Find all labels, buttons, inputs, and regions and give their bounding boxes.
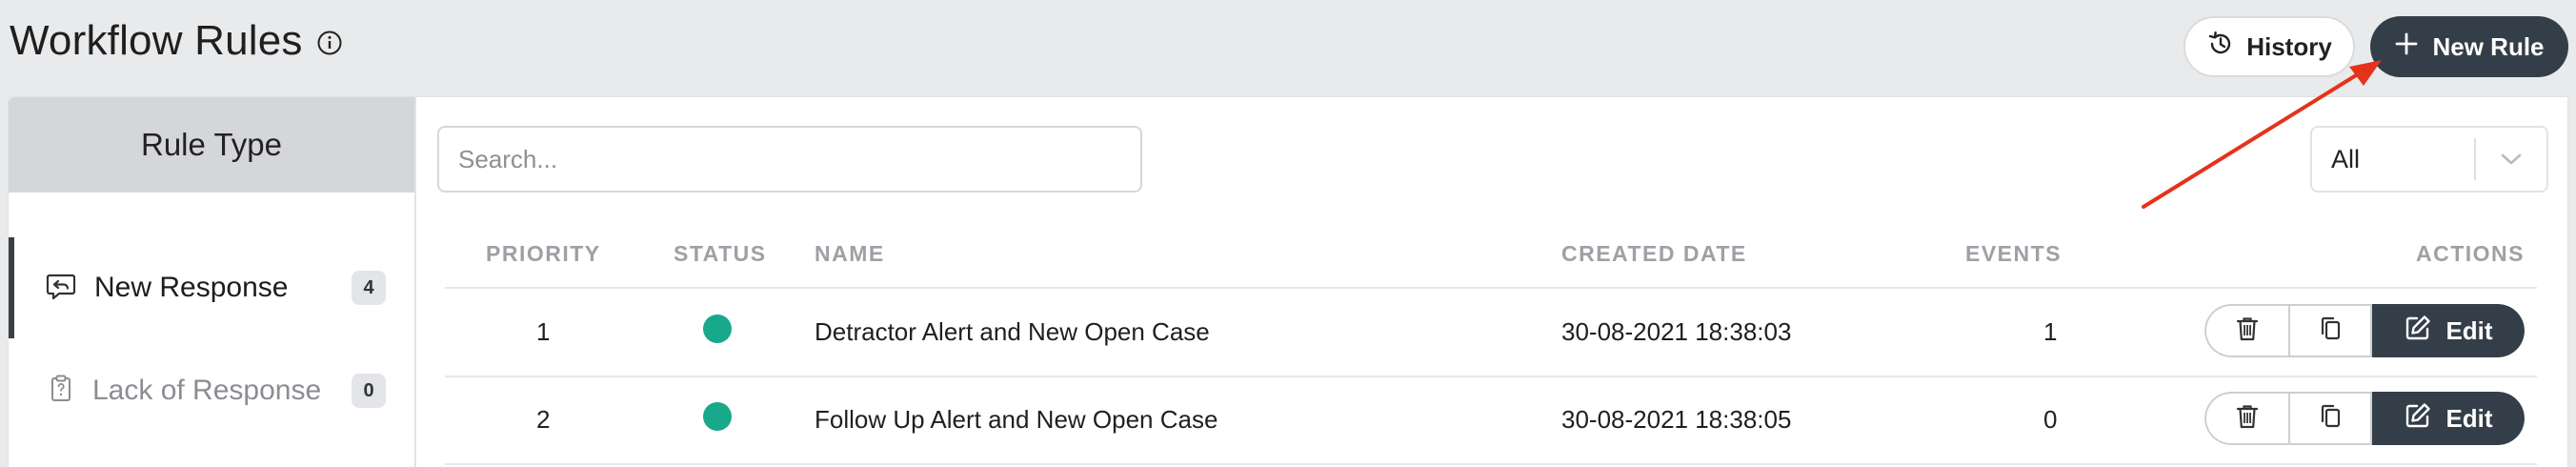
row-name[interactable]: Follow Up Alert and New Open Case [815,405,1218,435]
sidebar-item-lack-of-response[interactable]: Lack of Response 0 [9,340,416,441]
row-priority: 2 [536,405,551,434]
duplicate-button[interactable] [2288,304,2372,357]
table-divider [445,463,2537,465]
edit-button[interactable]: Edit [2372,304,2525,357]
row-name[interactable]: Detractor Alert and New Open Case [815,317,1210,347]
column-header-priority[interactable]: PRIORITY [486,241,601,267]
row-created-date: 30-08-2021 18:38:05 [1561,405,1792,434]
row-actions: Edit [2204,304,2525,357]
page-header: Workflow Rules [10,17,343,65]
row-events: 0 [2043,405,2058,434]
status-active-dot [703,315,732,343]
trash-icon [2234,402,2261,436]
column-header-name[interactable]: NAME [815,241,885,267]
duplicate-button[interactable] [2288,392,2372,445]
count-badge: 4 [352,271,386,305]
rules-panel: All PRIORITY STATUS NAME CREATED DATE EV… [415,96,2568,467]
workflow-rules-page: Workflow Rules History New Rule Rule Typ… [0,0,2576,467]
row-events: 1 [2043,317,2058,346]
column-header-status[interactable]: STATUS [674,241,767,267]
sidebar-item-new-response[interactable]: New Response 4 [9,237,416,338]
chevron-down-icon [2476,151,2546,168]
delete-button[interactable] [2204,304,2288,357]
table-divider [445,376,2537,377]
row-actions: Edit [2204,392,2525,445]
edit-icon [2404,401,2432,437]
new-rule-label: New Rule [2432,31,2545,61]
row-priority: 1 [536,317,551,346]
history-label: History [2246,31,2332,61]
edit-label: Edit [2445,403,2493,433]
clipboard-icon [45,373,77,410]
history-button[interactable]: History [2184,16,2355,77]
copy-icon [2317,315,2344,348]
status-active-dot [703,402,732,431]
rule-type-sidebar: Rule Type New Response 4 Lack of Respons… [8,96,415,467]
sidebar-title: Rule Type [9,97,414,193]
new-rule-button[interactable]: New Rule [2370,16,2568,77]
sidebar-item-label: Lack of Response [92,375,322,406]
plus-icon [2394,31,2419,63]
edit-button[interactable]: Edit [2372,392,2525,445]
reply-chat-icon [45,269,79,308]
status-filter-select[interactable]: All [2310,126,2548,193]
info-icon[interactable] [316,22,343,61]
copy-icon [2317,402,2344,436]
page-title: Workflow Rules [10,17,303,64]
delete-button[interactable] [2204,392,2288,445]
sidebar-item-label: New Response [94,272,289,303]
row-created-date: 30-08-2021 18:38:03 [1561,317,1792,346]
column-header-created-date[interactable]: CREATED DATE [1561,241,1747,267]
search-input[interactable] [437,126,1142,193]
trash-icon [2234,315,2261,348]
column-header-actions: ACTIONS [2416,241,2525,266]
count-badge: 0 [352,374,386,408]
table-divider [445,287,2537,289]
column-header-events[interactable]: EVENTS [1965,241,2062,267]
edit-icon [2404,314,2432,349]
edit-label: Edit [2445,315,2493,345]
history-icon [2206,30,2235,65]
filter-selected-value: All [2331,144,2361,173]
